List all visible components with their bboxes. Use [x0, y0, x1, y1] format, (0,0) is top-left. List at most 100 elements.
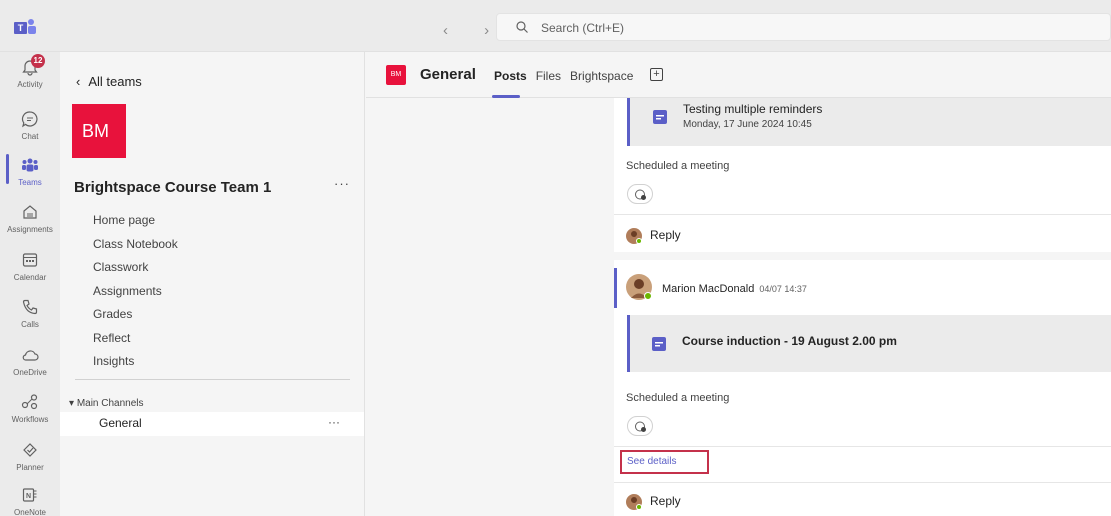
divider [614, 214, 1111, 215]
rail-label: Activity [17, 80, 43, 89]
planner-icon [23, 443, 37, 457]
search-icon [516, 21, 528, 33]
rail-workflows[interactable]: Workflows [0, 387, 60, 439]
rail-label: Planner [16, 463, 44, 472]
author-avatar[interactable] [626, 274, 652, 300]
rail-label: Assignments [7, 225, 53, 234]
rail-chat[interactable]: Chat [0, 104, 60, 156]
reply-button[interactable]: Reply [626, 228, 681, 244]
active-tab-indicator [492, 95, 520, 98]
rail-calls[interactable]: Calls [0, 292, 60, 344]
reply-label: Reply [650, 228, 681, 243]
rail-calendar[interactable]: Calendar [0, 245, 60, 297]
add-reaction-button[interactable] [627, 416, 653, 436]
reply-label: Reply [650, 494, 681, 509]
tab-files[interactable]: Files [536, 69, 561, 83]
teams-icon [22, 158, 38, 172]
calendar-icon [22, 253, 38, 267]
tab-posts[interactable]: Posts [494, 69, 527, 83]
user-avatar [626, 228, 642, 244]
all-teams-back-button[interactable]: ‹ All teams [76, 74, 142, 89]
teams-logo-icon[interactable]: T [14, 18, 38, 36]
channel-main: BM General Posts Files Brightspace + Testi… [366, 52, 1111, 516]
team-panel: ‹ All teams BM Brightspace Course Team 1 … [60, 52, 365, 516]
team-tab-classwork[interactable]: Classwork [93, 259, 178, 283]
channel-name: General [99, 416, 142, 430]
team-tab-reflect[interactable]: Reflect [93, 330, 178, 354]
add-reaction-button[interactable] [627, 184, 653, 204]
team-avatar: BM [72, 104, 126, 158]
team-more-options-button[interactable]: ··· [334, 176, 350, 191]
team-name: Brightspace Course Team 1 [74, 179, 272, 196]
channel-item-general[interactable]: General ··· [60, 412, 364, 436]
post-testing-reminders: Testing multiple reminders Monday, 17 Ju… [614, 98, 1111, 252]
rail-activity[interactable]: 12 Activity [0, 52, 60, 104]
divider [75, 379, 350, 380]
team-tab-insights[interactable]: Insights [93, 353, 178, 377]
add-tab-button[interactable]: + [650, 68, 663, 81]
author-name: Marion MacDonald [662, 283, 755, 295]
rail-onenote[interactable]: N OneNote [0, 480, 60, 516]
workflows-icon [21, 394, 38, 410]
phone-icon [22, 299, 38, 315]
post-time: 04/07 14:37 [759, 284, 807, 294]
caret-down-icon: ▾ [69, 398, 77, 409]
meeting-card[interactable]: Testing multiple reminders Monday, 17 Ju… [627, 98, 1111, 146]
rail-label: Chat [21, 132, 39, 141]
search-placeholder: Search (Ctrl+E) [541, 21, 625, 35]
rail-label: Teams [18, 178, 42, 187]
meeting-title: Testing multiple reminders [683, 102, 823, 116]
rail-label: Calls [21, 320, 39, 329]
user-avatar [626, 494, 642, 510]
reaction-icon [635, 421, 646, 432]
scheduled-text: Scheduled a meeting [626, 392, 730, 404]
calendar-icon [652, 337, 666, 351]
reaction-icon [635, 189, 646, 200]
author-line: Marion MacDonald 04/07 14:37 [662, 283, 807, 295]
cloud-icon [22, 350, 39, 361]
onenote-icon: N [22, 488, 37, 502]
rail-label: Calendar [13, 273, 47, 282]
svg-text:T: T [18, 23, 24, 33]
channel-title: General [420, 66, 476, 83]
see-details-link[interactable]: See details [627, 456, 676, 467]
tab-brightspace[interactable]: Brightspace [570, 69, 633, 83]
chevron-left-icon: ‹ [76, 74, 81, 89]
channel-header: BM General Posts Files Brightspace + [366, 52, 1111, 98]
back-label: All teams [88, 74, 142, 89]
channels-header-label: Main Channels [76, 398, 144, 409]
channel-more-options-button[interactable]: ··· [328, 415, 340, 429]
team-tab-grades[interactable]: Grades [93, 306, 178, 330]
team-tab-home-page[interactable]: Home page [93, 212, 178, 236]
svg-text:N: N [26, 493, 31, 500]
chat-icon [21, 111, 38, 128]
post-course-induction: Marion MacDonald 04/07 14:37 Course induc… [614, 260, 1111, 516]
divider [614, 446, 1111, 447]
reply-button[interactable]: Reply [626, 494, 681, 510]
search-box[interactable]: Search (Ctrl+E) [496, 13, 1111, 41]
post-accent-bar [614, 268, 617, 308]
rail-teams[interactable]: Teams [0, 150, 60, 202]
channel-tabs: Posts Files Brightspace [494, 69, 642, 83]
rail-label: Workflows [11, 415, 49, 424]
team-tab-assignments[interactable]: Assignments [93, 283, 178, 307]
see-details-highlight: See details [620, 450, 709, 474]
meeting-title: Course induction - 19 August 2.00 pm [682, 334, 897, 348]
meeting-card[interactable]: Course induction - 19 August 2.00 pm [627, 315, 1111, 372]
rail-label: OneNote [13, 508, 47, 516]
app-rail: 12 Activity Chat Teams Assignments Calen… [0, 52, 60, 516]
team-tab-list: Home page Class Notebook Classwork Assig… [93, 212, 178, 377]
main-channels-header[interactable]: ▾ Main Channels [69, 398, 144, 409]
rail-label: OneDrive [13, 368, 47, 377]
title-bar: T ‹ › Search (Ctrl+E) [0, 0, 1111, 52]
rail-onedrive[interactable]: OneDrive [0, 340, 60, 392]
team-tab-class-notebook[interactable]: Class Notebook [93, 236, 178, 260]
channel-avatar: BM [386, 65, 406, 85]
divider [614, 482, 1111, 483]
assignments-icon [23, 205, 37, 219]
calendar-icon [653, 110, 667, 124]
scheduled-text: Scheduled a meeting [626, 160, 730, 172]
meeting-date: Monday, 17 June 2024 10:45 [683, 119, 812, 130]
activity-badge: 12 [31, 54, 45, 68]
rail-assignments[interactable]: Assignments [0, 197, 60, 249]
